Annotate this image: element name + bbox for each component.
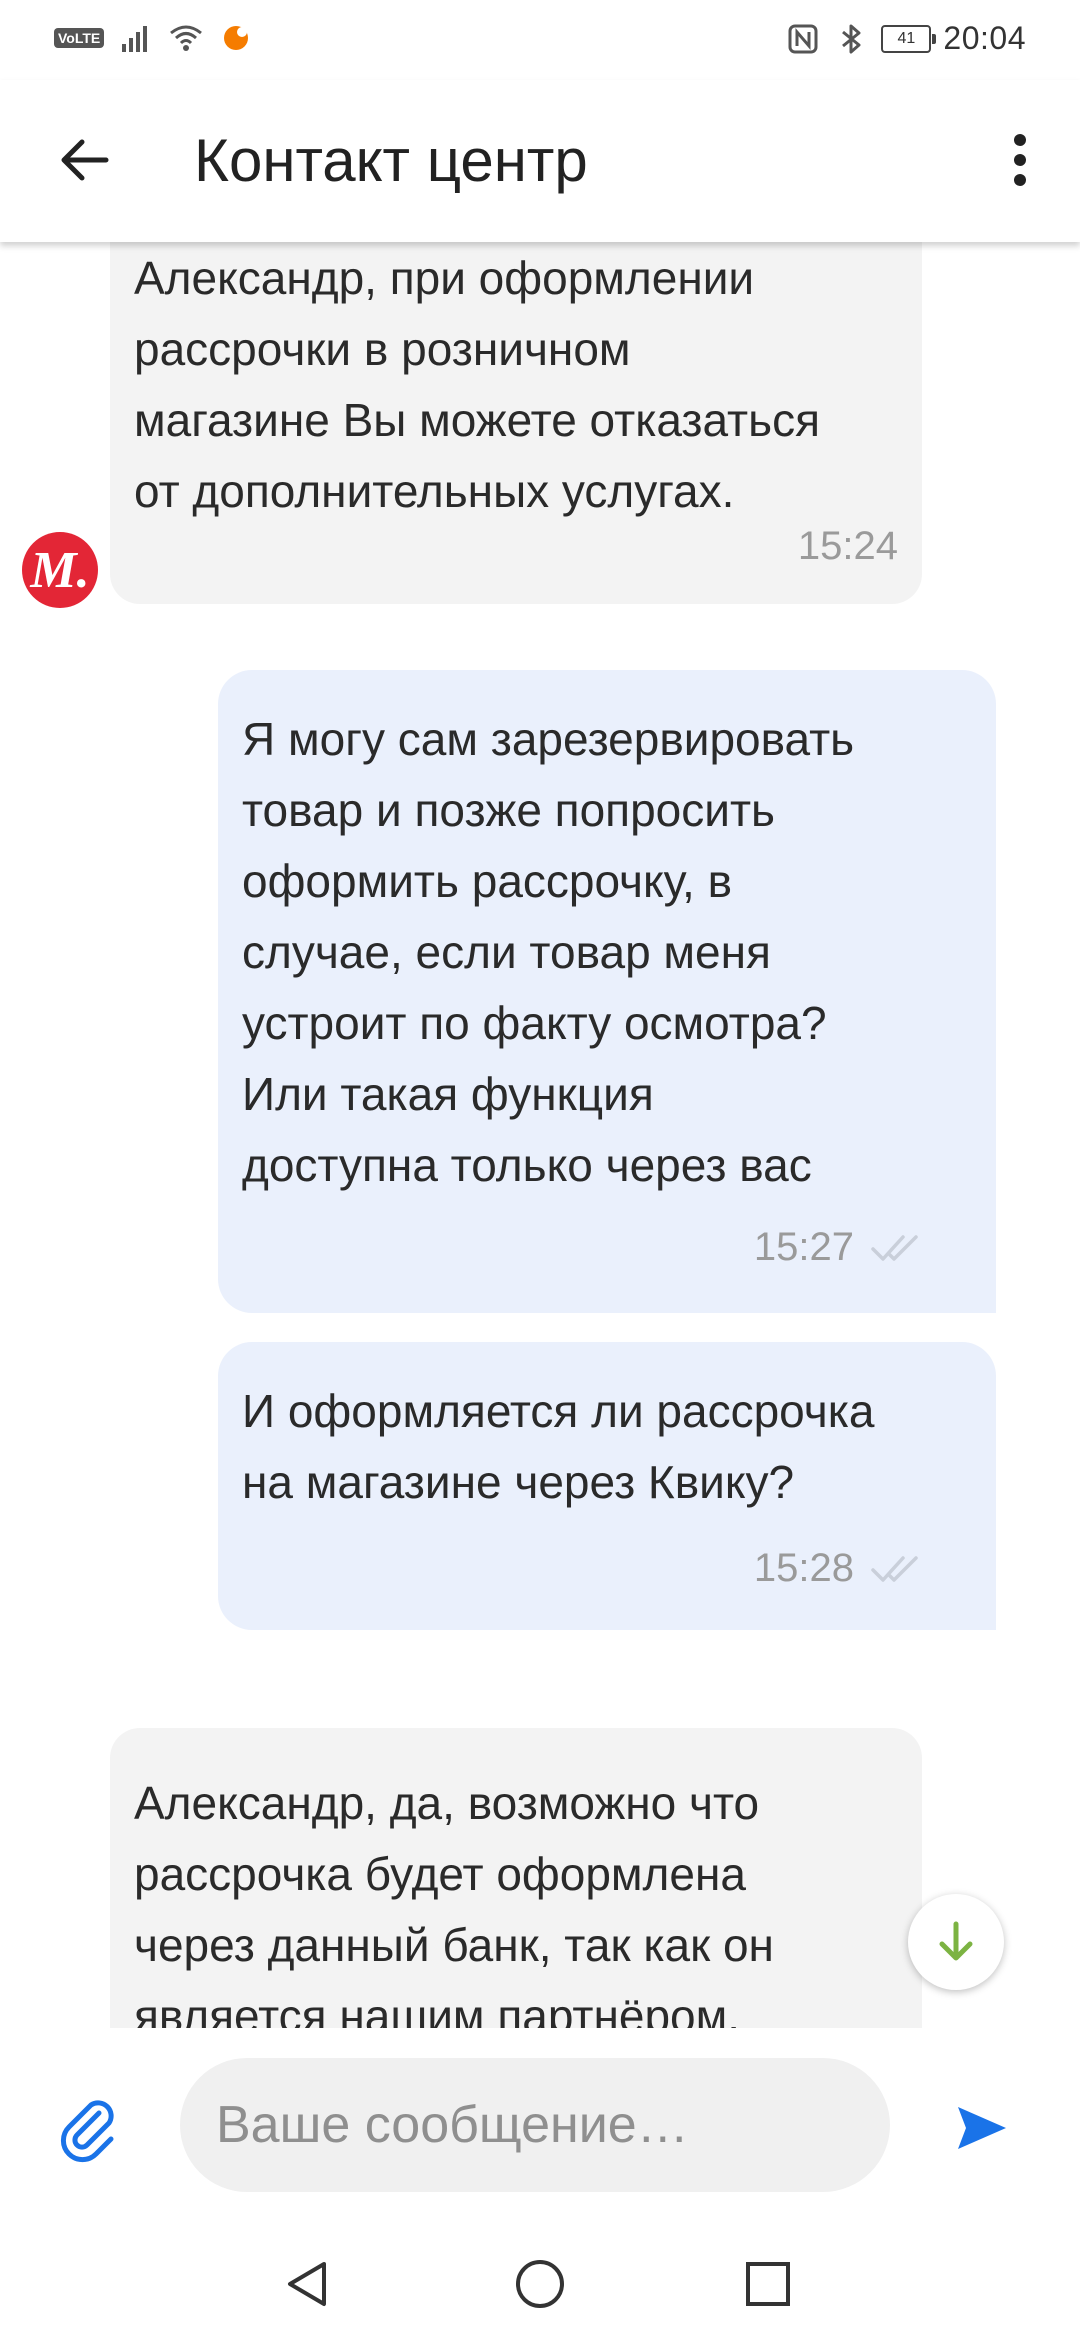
message-time: 15:24 (797, 524, 898, 568)
message-time: 15:27 (753, 1225, 854, 1269)
send-icon (958, 2107, 1006, 2149)
message-text: И оформляется ли рассрочка на магазине ч… (242, 1385, 875, 1508)
double-check-icon (871, 1234, 918, 1261)
attach-button[interactable] (50, 2090, 126, 2166)
status-left: VoLTE (54, 20, 254, 56)
app-bar: Контакт центр (0, 80, 1080, 242)
nav-back-button[interactable] (272, 2248, 344, 2320)
back-button[interactable] (48, 124, 120, 196)
page-title: Контакт центр (194, 127, 588, 194)
message-meta: 15:24 (798, 511, 898, 582)
chat-messages[interactable]: Александр, при оформлении рассрочки в ро… (0, 242, 1080, 2028)
arrow-left-icon (61, 139, 109, 181)
triangle-back-icon (288, 2262, 326, 2306)
message-input[interactable] (180, 2058, 890, 2192)
circle-home-icon (516, 2260, 564, 2308)
arrow-down-icon (939, 1921, 973, 1961)
message-time: 15:28 (753, 1546, 854, 1590)
message-text: Александр, да, возможно что рассрочка бу… (134, 1777, 774, 2028)
nav-home-button[interactable] (504, 2248, 576, 2320)
bluetooth-icon (842, 24, 861, 53)
operator-avatar: М. (22, 532, 98, 608)
square-recents-icon (746, 2262, 790, 2306)
message-meta: 15:27 (754, 1212, 926, 1283)
message-composer (0, 2028, 1080, 2228)
paperclip-icon (60, 2100, 114, 2163)
scroll-to-bottom-button[interactable] (908, 1894, 1004, 1990)
nav-recents-button[interactable] (732, 2248, 804, 2320)
volte-indicator: VoLTE (54, 28, 105, 48)
message-meta: 15:28 (754, 1533, 926, 1604)
message-bubble-incoming: Александр, при оформлении рассрочки в ро… (110, 242, 922, 604)
message-text: Александр, при оформлении рассрочки в ро… (134, 252, 821, 517)
status-right: 41 20:04 (785, 20, 1026, 57)
more-options-button[interactable] (984, 124, 1056, 196)
battery-level: 41 (897, 29, 916, 47)
notification-dot-icon (224, 26, 249, 50)
avatar-letter: М. (30, 541, 90, 599)
double-check-icon (871, 1555, 918, 1582)
message-bubble-outgoing: Я могу сам зарезервировать товар и позже… (218, 670, 996, 1313)
message-bubble-incoming: Александр, да, возможно что рассрочка бу… (110, 1728, 922, 2028)
status-time: 20:04 (943, 20, 1026, 56)
system-nav-bar (0, 2228, 1080, 2340)
nfc-icon (788, 24, 818, 53)
more-vertical-icon (1014, 134, 1026, 186)
message-text: Я могу сам зарезервировать товар и позже… (242, 713, 855, 1191)
signal-icon (122, 26, 148, 52)
status-bar: VoLTE 41 20:04 (0, 0, 1080, 80)
wifi-icon (170, 25, 203, 51)
send-button[interactable] (944, 2090, 1020, 2166)
battery-icon: 41 (881, 24, 937, 53)
message-bubble-outgoing: И оформляется ли рассрочка на магазине ч… (218, 1342, 996, 1630)
